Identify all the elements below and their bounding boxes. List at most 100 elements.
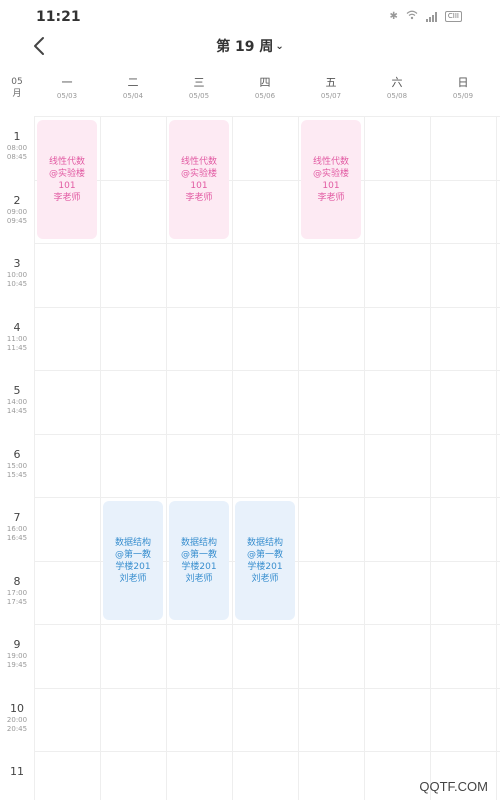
watermark: QQTF.COM	[419, 779, 488, 794]
period-label: 11	[0, 765, 34, 779]
grid-row-line	[34, 116, 500, 117]
period-number: 3	[13, 257, 21, 270]
day-date: 05/05	[188, 92, 210, 100]
period-label: 9 19:00 19:45	[0, 638, 34, 670]
period-start-time: 08:00	[6, 144, 28, 152]
course-location: 101	[58, 180, 76, 191]
period-label: 7 16:00 16:45	[0, 511, 34, 543]
course-details: 数据结构 @第一教 学楼201 刘老师	[115, 537, 151, 585]
day-header: 二 05/04	[100, 76, 166, 102]
day-header: 三 05/05	[166, 76, 232, 102]
course-location: 101	[322, 180, 340, 191]
battery-icon: CIII	[444, 11, 462, 22]
course-location: @实验楼	[312, 168, 349, 179]
course-location: @第一教	[114, 549, 151, 560]
grid-row-line	[34, 179, 500, 181]
course-location: @第一教	[180, 549, 217, 560]
day-date: 05/04	[122, 92, 144, 100]
course-card[interactable]: 数据结构 @第一教 学楼201 刘老师	[103, 501, 163, 620]
grid-row-line	[34, 370, 500, 371]
day-date: 05/06	[254, 92, 276, 100]
period-number: 5	[13, 384, 21, 397]
course-teacher: 刘老师	[185, 573, 213, 584]
grid-row-line	[34, 751, 500, 752]
day-header: 一 05/03	[34, 76, 100, 102]
course-location: 学楼201	[115, 561, 151, 572]
period-label: 6 15:00 15:45	[0, 448, 34, 480]
bluetooth-icon: ✱	[389, 11, 398, 22]
course-name: 数据结构	[114, 537, 151, 548]
day-name: 六	[391, 76, 403, 89]
period-number: 10	[10, 701, 24, 715]
day-date: 05/09	[452, 92, 474, 100]
course-name: 数据结构	[180, 537, 217, 548]
course-card[interactable]: 数据结构 @第一教 学楼201 刘老师	[169, 501, 229, 620]
grid-column-line	[364, 116, 365, 800]
period-label: 1 08:00 08:45	[0, 130, 34, 162]
course-location: 101	[190, 180, 208, 191]
wifi-icon	[406, 10, 418, 23]
period-start-time: 16:00	[6, 525, 28, 533]
grid-column-line	[34, 116, 35, 800]
course-card[interactable]: 线性代数 @实验楼 101 李老师	[169, 120, 229, 239]
grid-row-line	[34, 624, 500, 625]
day-date: 05/07	[320, 92, 342, 100]
day-header: 四 05/06	[232, 76, 298, 102]
grid-column-line	[298, 116, 299, 800]
grid-column-line	[430, 116, 431, 800]
course-card[interactable]: 线性代数 @实验楼 101 李老师	[301, 120, 361, 239]
chevron-down-icon: ⌄	[275, 41, 284, 52]
period-start-time: 09:00	[6, 207, 28, 216]
period-number: 4	[13, 320, 21, 334]
course-teacher: 刘老师	[119, 573, 147, 584]
course-name: 线性代数	[312, 156, 349, 167]
nav-bar: 第 19 周 ⌄	[0, 32, 500, 66]
day-header: 日 05/09	[430, 76, 496, 102]
course-card[interactable]: 线性代数 @实验楼 101 李老师	[37, 120, 97, 239]
day-date: 05/03	[56, 92, 78, 100]
period-end-time: 08:45	[6, 153, 28, 161]
period-end-time: 16:45	[6, 534, 28, 542]
period-start-time: 11:00	[6, 334, 28, 343]
week-selector[interactable]: 第 19 周 ⌄	[0, 36, 500, 56]
period-label: 10 20:00 20:45	[0, 702, 34, 734]
grid-column-line	[496, 116, 497, 800]
period-end-time: 11:45	[6, 343, 28, 352]
day-name: 五	[325, 76, 337, 89]
period-end-time: 17:45	[6, 597, 28, 606]
period-label: 4 11:00 11:45	[0, 321, 34, 353]
course-card[interactable]: 数据结构 @第一教 学楼201 刘老师	[235, 501, 295, 620]
month-label: 05 月	[11, 77, 23, 99]
grid-row-line	[34, 306, 500, 308]
day-name: 日	[457, 76, 469, 89]
course-name: 线性代数	[180, 156, 217, 167]
period-number: 7	[13, 511, 21, 524]
status-time: 11:21	[36, 9, 81, 25]
grid-row-line	[34, 687, 500, 689]
grid-column-line	[100, 116, 101, 800]
course-details: 线性代数 @实验楼 101 李老师	[181, 156, 217, 204]
day-date: 05/08	[386, 92, 408, 100]
grid-row-line	[34, 243, 500, 244]
day-name: 四	[259, 76, 271, 89]
period-number: 11	[10, 765, 24, 778]
period-end-time: 15:45	[6, 470, 28, 479]
course-name: 线性代数	[48, 156, 85, 167]
grid-row-line	[34, 433, 500, 435]
period-number: 6	[13, 447, 21, 461]
day-name: 二	[127, 76, 139, 89]
period-start-time: 14:00	[6, 398, 28, 406]
course-teacher: 李老师	[53, 192, 81, 203]
period-label: 8 17:00 17:45	[0, 575, 34, 607]
day-header: 六 05/08	[364, 76, 430, 102]
period-start-time: 20:00	[6, 715, 28, 724]
period-label: 3 10:00 10:45	[0, 257, 34, 289]
course-teacher: 李老师	[185, 192, 213, 203]
period-number: 1	[13, 130, 21, 143]
grid-column-line	[232, 116, 233, 800]
period-start-time: 19:00	[6, 652, 28, 660]
period-number: 8	[13, 574, 21, 588]
course-location: @实验楼	[180, 168, 217, 179]
timetable-header: 05 月 一 05/03 二 05/04 三 05/05 四 05/06 五 05/07 六 05/0…	[0, 70, 500, 116]
course-teacher: 刘老师	[251, 573, 279, 584]
